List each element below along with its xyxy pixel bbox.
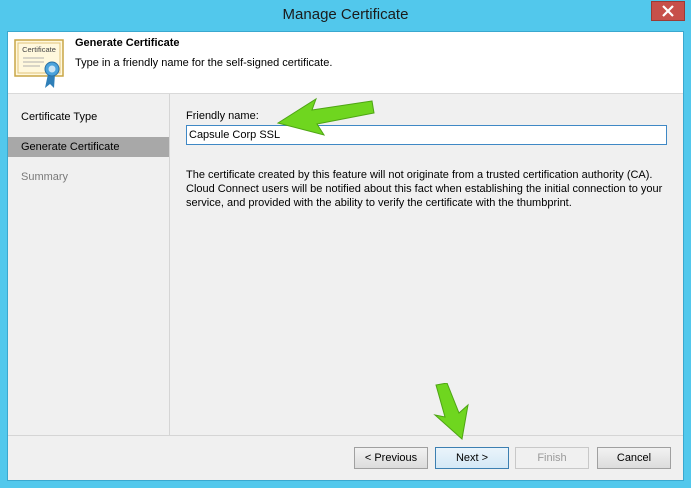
cancel-button[interactable]: Cancel: [597, 447, 671, 469]
dialog-client-area: Certificate Generate Certificate Type in…: [7, 31, 684, 481]
window-title: Manage Certificate: [282, 6, 409, 23]
header-description: Type in a friendly name for the self-sig…: [75, 57, 333, 69]
manage-certificate-window: Manage Certificate Certificate Generate …: [0, 0, 691, 488]
nav-item-certificate-type[interactable]: Certificate Type: [8, 107, 169, 127]
friendly-name-input[interactable]: [186, 125, 667, 145]
wizard-content: Friendly name: The certificate created b…: [170, 94, 683, 435]
finish-button: Finish: [515, 447, 589, 469]
previous-button[interactable]: < Previous: [354, 447, 428, 469]
certificate-info-text: The certificate created by this feature …: [186, 169, 663, 209]
wizard-footer: < Previous Next > Finish Cancel: [8, 435, 683, 480]
header-title: Generate Certificate: [75, 37, 180, 49]
title-bar[interactable]: Manage Certificate: [0, 0, 691, 31]
nav-item-summary: Summary: [21, 171, 69, 183]
next-button[interactable]: Next >: [435, 447, 509, 469]
nav-item-generate-certificate[interactable]: Generate Certificate: [8, 137, 169, 157]
close-icon: [662, 5, 674, 17]
friendly-name-label: Friendly name:: [186, 110, 259, 122]
certificate-icon-label: Certificate: [22, 45, 56, 54]
wizard-steps-panel: Certificate Type Generate Certificate Su…: [8, 94, 169, 435]
wizard-body: Certificate Type Generate Certificate Su…: [8, 94, 683, 435]
certificate-icon: Certificate: [14, 39, 64, 88]
wizard-header: Certificate Generate Certificate Type in…: [8, 32, 683, 94]
close-button[interactable]: [651, 1, 685, 21]
